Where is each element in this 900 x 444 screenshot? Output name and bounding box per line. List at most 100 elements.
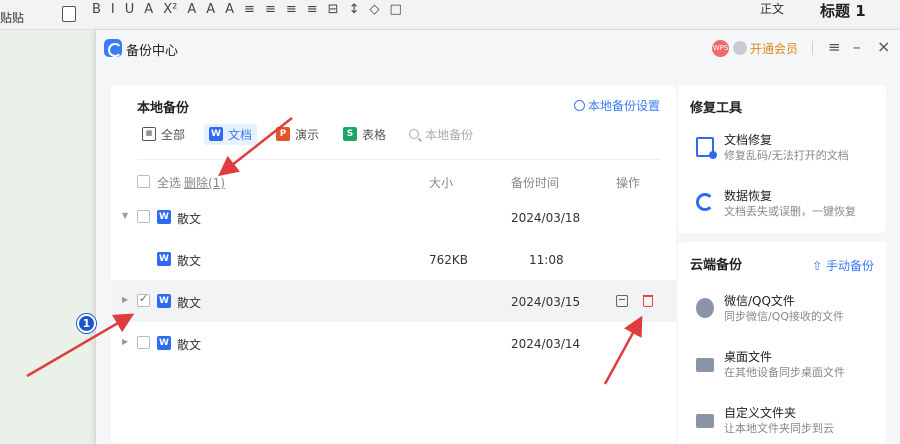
caret-right-icon[interactable]: ▶ — [122, 337, 128, 346]
superscript-button[interactable]: X² — [163, 2, 177, 17]
desktop-icon — [696, 358, 714, 372]
select-all-label: 全选 — [157, 176, 182, 190]
word-icon: W — [157, 336, 171, 350]
repair-tools-panel: 修复工具 文档修复 修复乱码/无法打开的文档 数据恢复 文档丢失或误删，一键恢复 — [678, 85, 886, 233]
tab-documents[interactable]: W 文档 — [204, 123, 258, 145]
avatar[interactable]: WPS — [712, 40, 729, 57]
distribute-button[interactable]: ⊟ — [328, 2, 339, 17]
copy-icon[interactable] — [62, 6, 76, 22]
style-heading-1[interactable]: 标题 1 — [820, 0, 866, 21]
search-placeholder: 本地备份 — [425, 127, 474, 142]
table-row[interactable]: ▶ W 散文 2024/03/14 — [111, 322, 676, 364]
tool-desc: 文档丢失或误删，一键恢复 — [724, 205, 856, 218]
tool-desc: 让本地文件夹同步到云 — [724, 422, 834, 435]
caret-down-icon[interactable]: ▼ — [122, 211, 128, 220]
align-center-button[interactable]: ≡ — [265, 2, 276, 17]
file-name: 散文 — [177, 254, 202, 268]
backup-center-dialog: 备份中心 WPS 开通会员 ≡ – × 本地备份 本地备份设置 ▦ 全部 W 文档 … — [95, 30, 900, 444]
tool-name: 文档修复 — [724, 133, 773, 147]
upload-icon: ⇧ — [812, 259, 826, 273]
row-checkbox[interactable] — [137, 336, 150, 349]
align-right-button[interactable]: ≡ — [286, 2, 297, 17]
document-canvas — [0, 30, 95, 444]
settings-gear-icon — [573, 100, 585, 111]
tool-name: 桌面文件 — [724, 350, 773, 364]
align-left-button[interactable]: ≡ — [244, 2, 255, 17]
underline-button[interactable]: U — [125, 2, 135, 17]
actions-column-header: 操作 — [616, 176, 641, 190]
bold-button[interactable]: B — [92, 2, 101, 17]
local-backup-settings-link[interactable]: 本地备份设置 — [573, 97, 660, 114]
editor-toolbar: 贴贴 B I U A X² A A A ≡ ≡ ≡ ≡ ⊟ ↕ ◇ □ 正文 标… — [0, 0, 900, 30]
file-type-tabs: ▦ 全部 W 文档 P 演示 S 表格 本地备份 — [137, 123, 473, 145]
doc-repair-item[interactable]: 文档修复 修复乱码/无法打开的文档 — [690, 129, 880, 169]
time-column-header: 备份时间 — [511, 176, 560, 190]
tool-desc: 同步微信/QQ接收的文件 — [724, 310, 845, 323]
format-toolbar: B I U A X² A A A ≡ ≡ ≡ ≡ ⊟ ↕ ◇ □ — [92, 2, 402, 17]
cloud-backup-title: 云端备份 — [690, 258, 743, 273]
border-button[interactable]: □ — [389, 2, 401, 17]
data-recovery-icon — [696, 193, 714, 211]
menu-icon[interactable]: ≡ — [828, 38, 841, 56]
table-row[interactable]: ▶ W 散文 2024/03/15 — [111, 280, 676, 322]
tab-spreadsheets[interactable]: S 表格 — [338, 124, 391, 145]
line-spacing-button[interactable]: ↕ — [349, 2, 360, 17]
style-normal[interactable]: 正文 — [760, 0, 784, 17]
wechat-qq-item[interactable]: 微信/QQ文件 同步微信/QQ接收的文件 — [690, 290, 880, 330]
strikethrough-button[interactable]: A — [144, 2, 153, 17]
tab-all-label: 全部 — [161, 127, 186, 142]
delete-icon[interactable] — [643, 295, 653, 307]
caret-right-icon[interactable]: ▶ — [122, 295, 128, 304]
file-size: 762KB — [429, 253, 469, 267]
tab-presentations-label: 演示 — [295, 127, 320, 142]
row-checkbox[interactable] — [137, 210, 150, 223]
data-recovery-item[interactable]: 数据恢复 文档丢失或误删，一键恢复 — [690, 185, 880, 225]
desktop-files-item[interactable]: 桌面文件 在其他设备同步桌面文件 — [690, 346, 880, 386]
tool-name: 微信/QQ文件 — [724, 294, 795, 308]
vip-link[interactable]: 开通会员 — [750, 40, 798, 57]
tab-presentations[interactable]: P 演示 — [271, 124, 324, 145]
backup-time: 2024/03/18 — [511, 211, 581, 225]
highlight-button[interactable]: A — [187, 2, 196, 17]
word-icon: W — [157, 210, 171, 224]
backup-logo-icon — [104, 39, 122, 57]
italic-button[interactable]: I — [111, 2, 115, 17]
select-all-checkbox[interactable] — [137, 175, 150, 188]
open-folder-icon[interactable] — [616, 295, 628, 307]
tab-spreadsheets-label: 表格 — [362, 127, 387, 142]
manual-backup-label: 手动备份 — [825, 259, 874, 273]
word-icon: W — [209, 127, 224, 141]
backup-time: 2024/03/14 — [511, 337, 581, 351]
settings-label: 本地备份设置 — [587, 99, 660, 113]
search-icon — [409, 129, 420, 139]
minimize-icon[interactable]: – — [853, 38, 861, 56]
close-icon[interactable]: × — [877, 37, 890, 56]
shading-button[interactable]: ◇ — [369, 2, 379, 17]
folder-icon — [696, 414, 714, 428]
delete-button[interactable]: 删除(1) — [184, 174, 225, 191]
repair-tools-title: 修复工具 — [690, 101, 743, 116]
paste-button[interactable]: 贴贴 — [0, 9, 24, 26]
sheet-icon: S — [343, 127, 358, 141]
doc-repair-icon — [696, 137, 717, 159]
char-shade-button[interactable]: A — [225, 2, 234, 17]
cloud-backup-panel: 云端备份 ⇧ 手动备份 微信/QQ文件 同步微信/QQ接收的文件 桌面文件 在其… — [678, 242, 886, 444]
custom-folder-item[interactable]: 自定义文件夹 让本地文件夹同步到云 — [690, 402, 880, 442]
row-checkbox[interactable] — [137, 292, 150, 307]
table-row[interactable]: ▼ W 散文 2024/03/18 — [111, 196, 676, 238]
table-row[interactable]: W 散文 762KB 11:08 — [111, 238, 676, 280]
dialog-title: 备份中心 — [126, 44, 179, 59]
tool-desc: 在其他设备同步桌面文件 — [724, 366, 845, 379]
justify-button[interactable]: ≡ — [307, 2, 318, 17]
size-column-header: 大小 — [429, 176, 454, 190]
header-divider — [812, 41, 813, 55]
grid-icon: ▦ — [142, 127, 156, 141]
tool-desc: 修复乱码/无法打开的文档 — [724, 149, 849, 162]
font-color-button[interactable]: A — [206, 2, 215, 17]
local-backup-title: 本地备份 — [137, 101, 190, 116]
search-input[interactable]: 本地备份 — [409, 126, 473, 143]
tab-all[interactable]: ▦ 全部 — [137, 124, 190, 145]
tab-documents-label: 文档 — [228, 127, 253, 142]
manual-backup-button[interactable]: ⇧ 手动备份 — [812, 257, 874, 274]
tool-name: 自定义文件夹 — [724, 406, 797, 420]
